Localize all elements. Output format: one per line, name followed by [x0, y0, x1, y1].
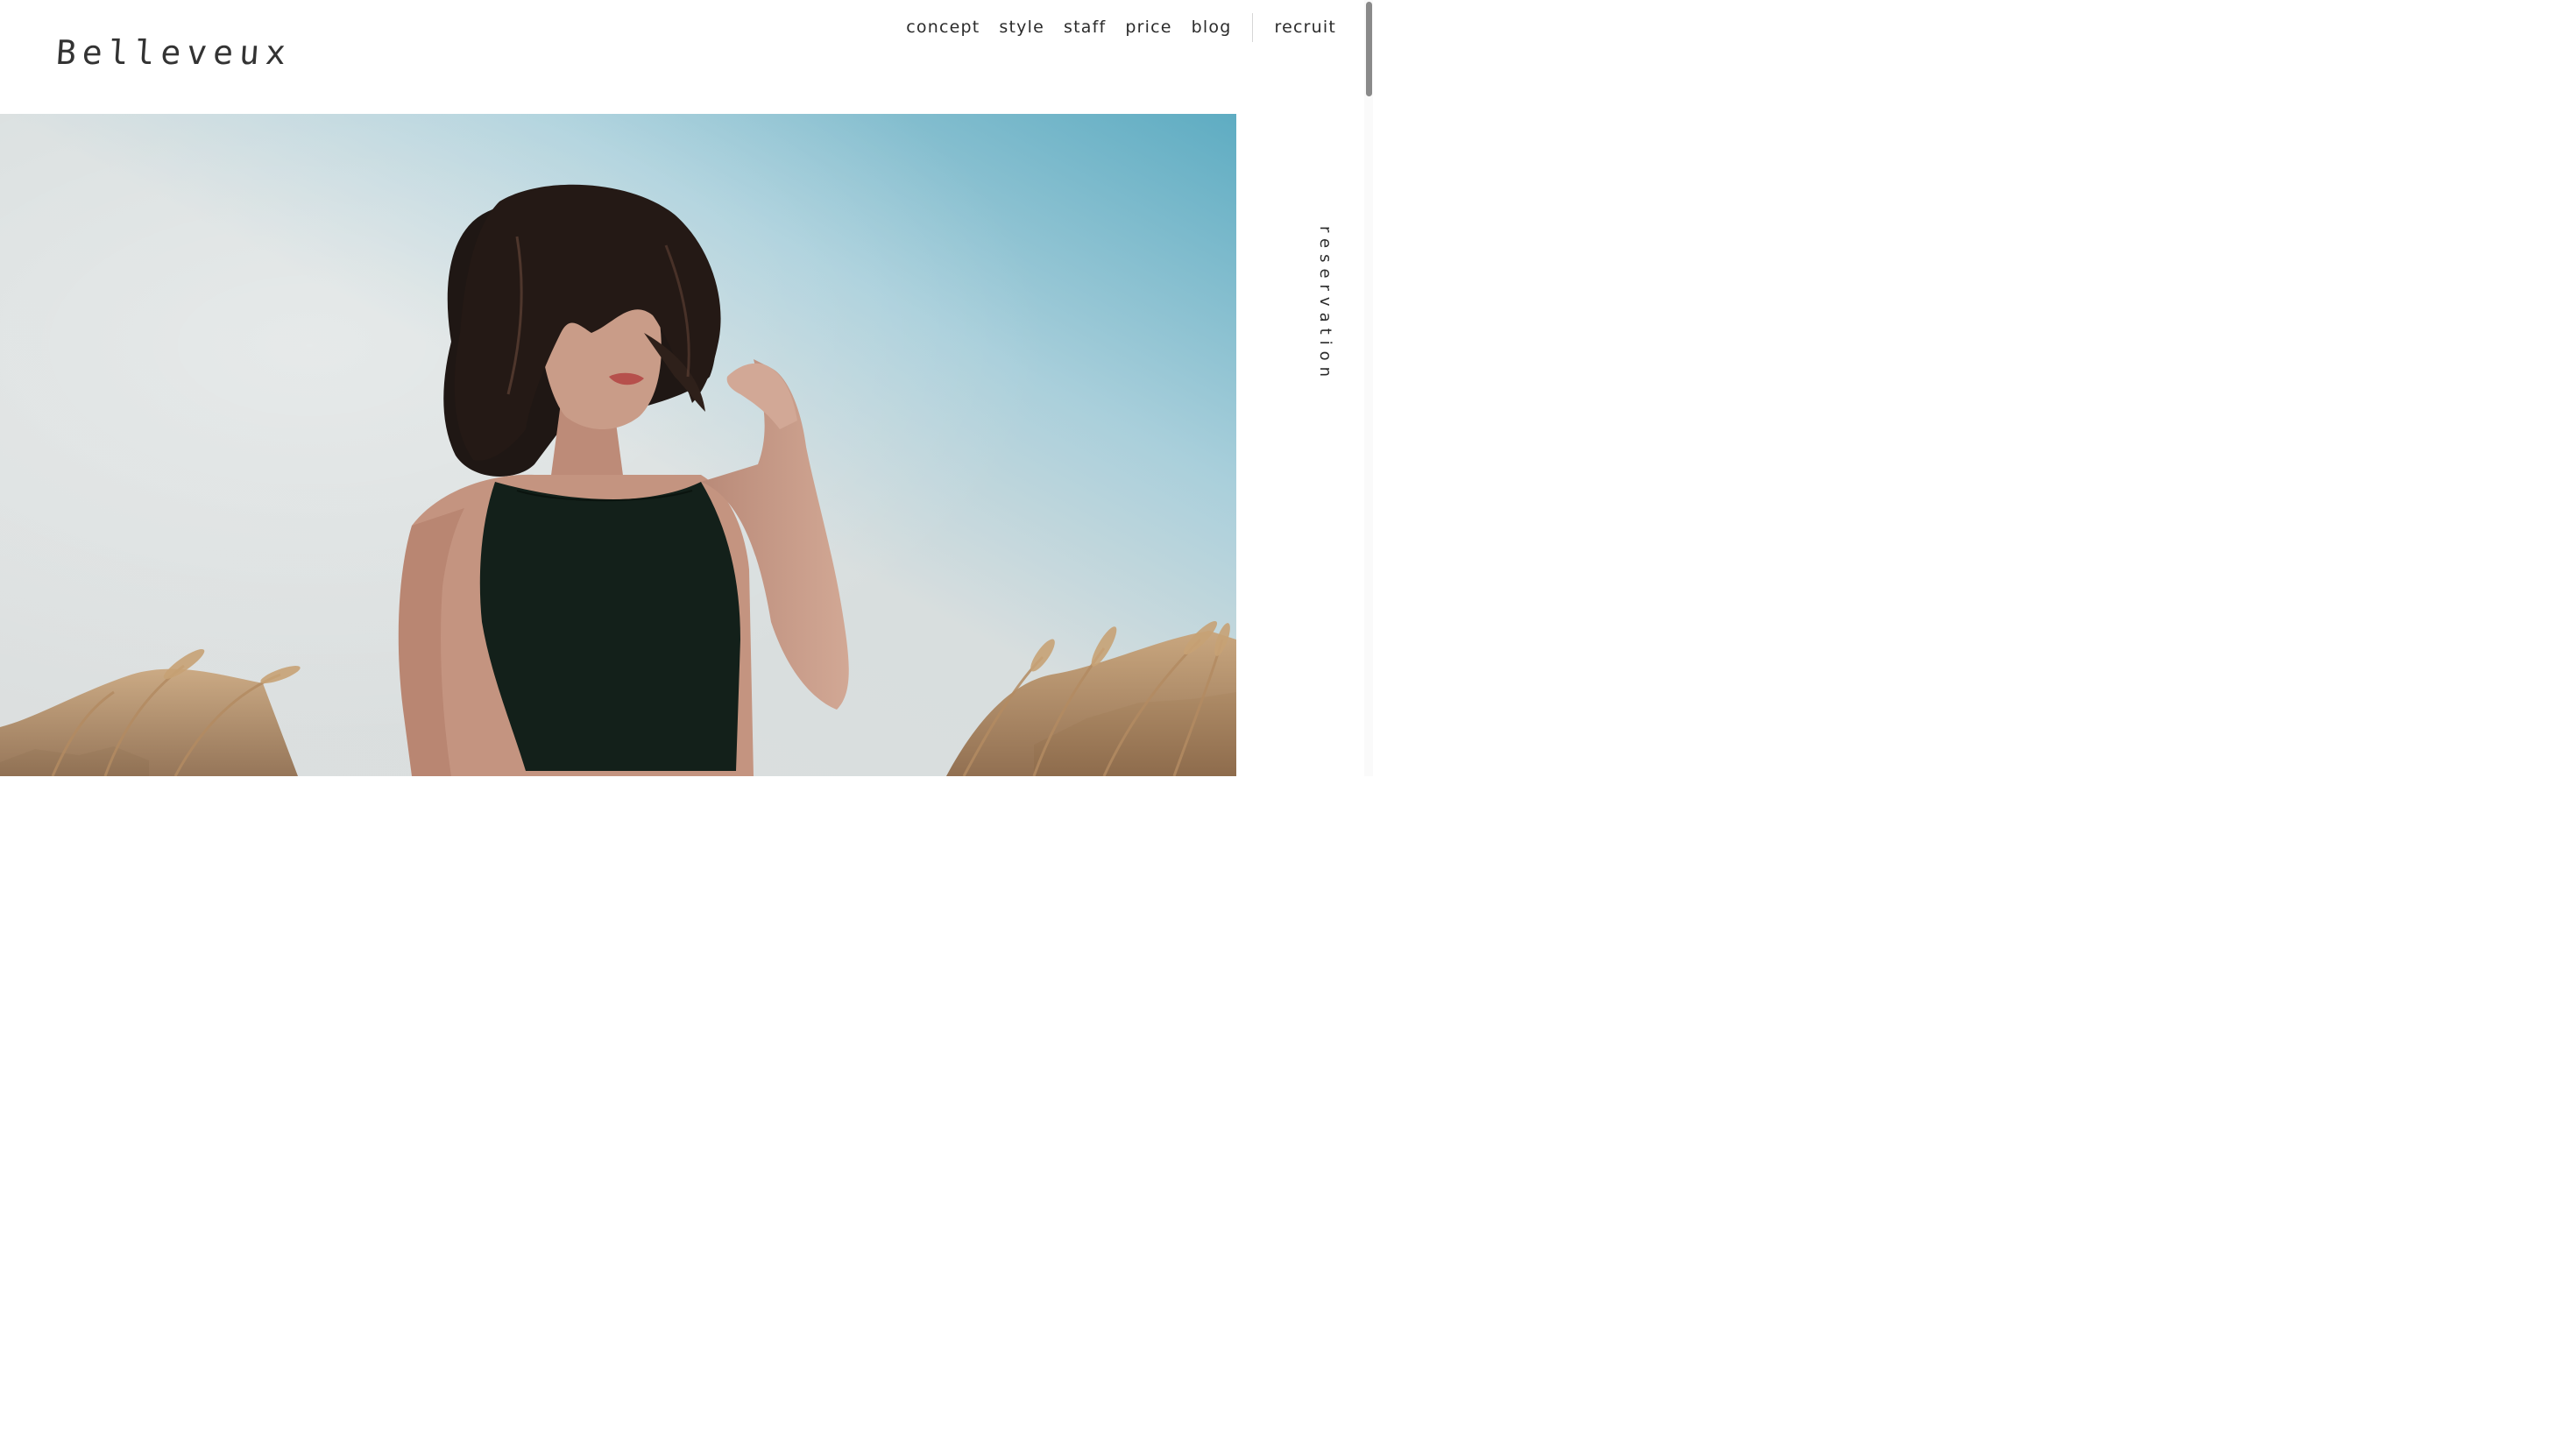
scrollbar[interactable]	[1364, 0, 1373, 776]
nav-item-price[interactable]: price	[1125, 18, 1171, 37]
page: Belleveux concept style staff price blog…	[0, 0, 1373, 776]
nav-item-staff[interactable]: staff	[1064, 18, 1106, 37]
nav-item-concept[interactable]: concept	[906, 18, 980, 37]
reservation-link[interactable]: reservation	[1316, 226, 1334, 383]
nav-item-blog[interactable]: blog	[1192, 18, 1232, 37]
nav-item-style[interactable]: style	[999, 18, 1044, 37]
nav-item-recruit[interactable]: recruit	[1274, 18, 1336, 37]
hero-photo-illustration	[0, 114, 1236, 776]
hero-image	[0, 114, 1236, 776]
main-nav: concept style staff price blog recruit	[906, 12, 1336, 42]
nav-divider	[1252, 12, 1254, 42]
scrollbar-thumb[interactable]	[1366, 2, 1372, 96]
brand-logo[interactable]: Belleveux	[54, 33, 293, 72]
